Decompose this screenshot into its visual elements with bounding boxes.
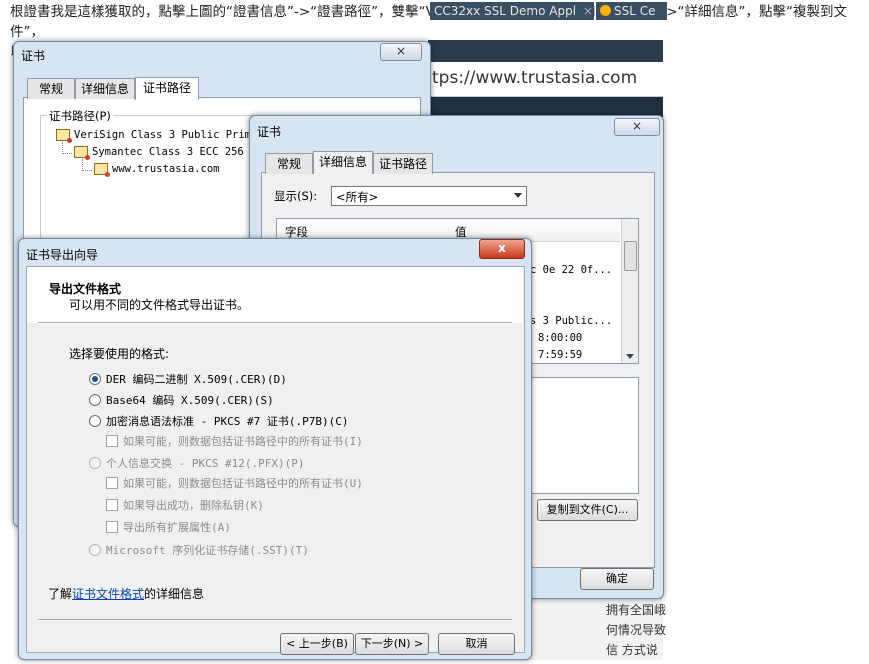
tab-cert-path[interactable]: 证书路径 (135, 77, 199, 100)
checkbox-pkcs7-include-path-label: 如果可能，则数据包括证书路径中的所有证书(I) (123, 435, 363, 448)
close-icon: x (498, 241, 506, 255)
certificate-icon (74, 146, 90, 160)
radio-selected-icon[interactable] (89, 373, 101, 385)
browser-tab-ssl[interactable]: SSL Ce (596, 2, 667, 20)
tree-item-leaf[interactable]: www.trustasia.com (94, 163, 220, 177)
learn-more-text: 了解证书文件格式的详细信息 (48, 585, 204, 602)
close-icon[interactable]: × (583, 4, 593, 18)
field-detail-box[interactable] (530, 377, 639, 494)
show-label: 显示(S): (274, 189, 318, 203)
tab-details-label: 详细信息 (318, 155, 367, 169)
export-wizard-title: 证书导出向导 (26, 248, 99, 262)
tab-cert-path[interactable]: 证书路径 (373, 153, 433, 174)
field-value: s 3 Public... (530, 315, 613, 327)
option-base64-label: Base64 编码 X.509(.CER)(S) (106, 394, 274, 407)
site-line: 信 方式说 (606, 643, 658, 657)
learn-more-prefix: 了解 (48, 587, 73, 601)
site-favicon-icon (600, 5, 611, 16)
certificate-icon (56, 129, 72, 143)
cancel-button[interactable]: 取消 (438, 633, 515, 655)
close-button[interactable]: × (614, 118, 660, 136)
option-sst[interactable]: Microsoft 序列化证书存储(.SST)(T) (89, 542, 309, 558)
close-icon: × (631, 119, 643, 133)
tree-item-root[interactable]: VeriSign Class 3 Public Prima (56, 129, 258, 143)
divider (38, 322, 512, 324)
show-select-value: <所有> (336, 190, 379, 204)
wizard-subheading: 可以用不同的文件格式导出证书。 (69, 298, 250, 312)
scrollbar[interactable] (621, 219, 638, 363)
radio-icon[interactable] (89, 544, 101, 556)
field-value: 8:00:00 (538, 332, 583, 344)
tab-general[interactable]: 常规 (265, 153, 313, 174)
field-value: c 0e 22 0f... (530, 264, 613, 276)
option-pfx[interactable]: 个人信息交换 - PKCS #12(.PFX)(P) (89, 455, 304, 471)
close-button[interactable]: × (380, 43, 422, 61)
checkbox-pfx-export-ext-label: 导出所有扩展属性(A) (123, 521, 231, 534)
checkbox-pkcs7-include-path[interactable]: 如果可能，则数据包括证书路径中的所有证书(I) (106, 433, 363, 449)
tab-details[interactable]: 详细信息 (313, 151, 373, 174)
option-sst-label: Microsoft 序列化证书存储(.SST)(T) (106, 544, 309, 557)
group-border (40, 115, 41, 245)
tab-cert-path-label: 证书路径 (142, 81, 191, 95)
close-button[interactable]: x (479, 239, 525, 259)
close-icon: × (395, 44, 407, 58)
learn-more-suffix: 的详细信息 (144, 587, 205, 601)
option-pkcs7-label: 加密消息语法标准 - PKCS #7 证书(.P7B)(C) (106, 415, 349, 428)
tree-item-intermediate[interactable]: Symantec Class 3 ECC 256 b (74, 146, 257, 160)
cert-path-label: 证书路径(P) (47, 108, 113, 124)
checkbox-pfx-include-path-label: 如果可能，则数据包括证书路径中的所有证书(U) (123, 477, 363, 490)
checkbox-icon[interactable] (106, 499, 118, 511)
checkbox-icon[interactable] (106, 477, 118, 489)
show-select[interactable]: <所有> (331, 186, 527, 206)
chevron-down-icon (514, 193, 522, 198)
checkbox-pfx-export-ext[interactable]: 导出所有扩展属性(A) (106, 519, 231, 535)
site-line: 何情况导致 (606, 623, 667, 637)
scrollbar-thumb[interactable] (624, 241, 637, 271)
browser-tab-demo-label: CC32xx SSL Demo Appl (434, 4, 577, 18)
checkbox-icon[interactable] (106, 435, 118, 447)
chevron-down-icon[interactable] (626, 354, 634, 359)
certificate-window-path-title: 证书 (21, 49, 46, 63)
checkbox-pfx-include-path[interactable]: 如果可能，则数据包括证书路径中的所有证书(U) (106, 475, 363, 491)
tree-connector (82, 170, 92, 172)
wizard-heading: 导出文件格式 (49, 282, 122, 296)
tab-cert-path-label: 证书路径 (378, 157, 427, 171)
radio-icon[interactable] (89, 394, 101, 406)
site-body-text: 拥有全国峨 何情况导致 信 方式说 (606, 600, 666, 660)
site-line: 拥有全国峨 (606, 603, 667, 617)
next-button[interactable]: 下一步(N) > (355, 633, 429, 655)
checkbox-pfx-delete-key[interactable]: 如果导出成功，删除私钥(K) (106, 497, 264, 513)
certificate-window-details-title: 证书 (257, 125, 282, 139)
tab-details[interactable]: 详细信息 (75, 78, 135, 99)
address-url: tps://www.trustasia.com (432, 68, 638, 88)
tree-item-intermediate-label: Symantec Class 3 ECC 256 b (92, 146, 257, 158)
option-base64[interactable]: Base64 编码 X.509(.CER)(S) (89, 392, 274, 408)
divider (38, 619, 512, 621)
radio-icon[interactable] (89, 457, 101, 469)
tree-item-root-label: VeriSign Class 3 Public Prima (74, 129, 258, 141)
checkbox-icon[interactable] (106, 521, 118, 533)
certificate-icon (94, 163, 110, 177)
browser-tab-strip (428, 40, 663, 62)
tab-general-label: 常规 (38, 82, 63, 96)
copy-to-file-button[interactable]: 复制到文件(C)... (537, 499, 638, 521)
option-der-label: DER 编码二进制 X.509(.CER)(D) (106, 373, 287, 386)
ok-button[interactable]: 确定 (580, 568, 654, 590)
option-der[interactable]: DER 编码二进制 X.509(.CER)(D) (89, 371, 287, 387)
back-button[interactable]: < 上一步(B) (280, 633, 354, 655)
radio-icon[interactable] (89, 415, 101, 427)
cert-format-link[interactable]: 证书文件格式 (72, 587, 144, 601)
tree-connector (62, 153, 72, 155)
tree-item-leaf-label: www.trustasia.com (112, 163, 220, 175)
tab-general[interactable]: 常规 (27, 78, 75, 99)
tab-general-label: 常规 (276, 157, 301, 171)
choose-format-label: 选择要使用的格式: (69, 347, 170, 361)
option-pkcs7[interactable]: 加密消息语法标准 - PKCS #7 证书(.P7B)(C) (89, 413, 348, 429)
browser-tab-demo[interactable]: CC32xx SSL Demo Appl × (430, 2, 594, 20)
tab-details-label: 详细信息 (80, 82, 129, 96)
option-pfx-label: 个人信息交换 - PKCS #12(.PFX)(P) (106, 457, 305, 470)
checkbox-pfx-delete-key-label: 如果导出成功，删除私钥(K) (123, 499, 264, 512)
field-value: 7:59:59 (538, 349, 583, 361)
browser-tab-ssl-label: SSL Ce (614, 4, 656, 18)
